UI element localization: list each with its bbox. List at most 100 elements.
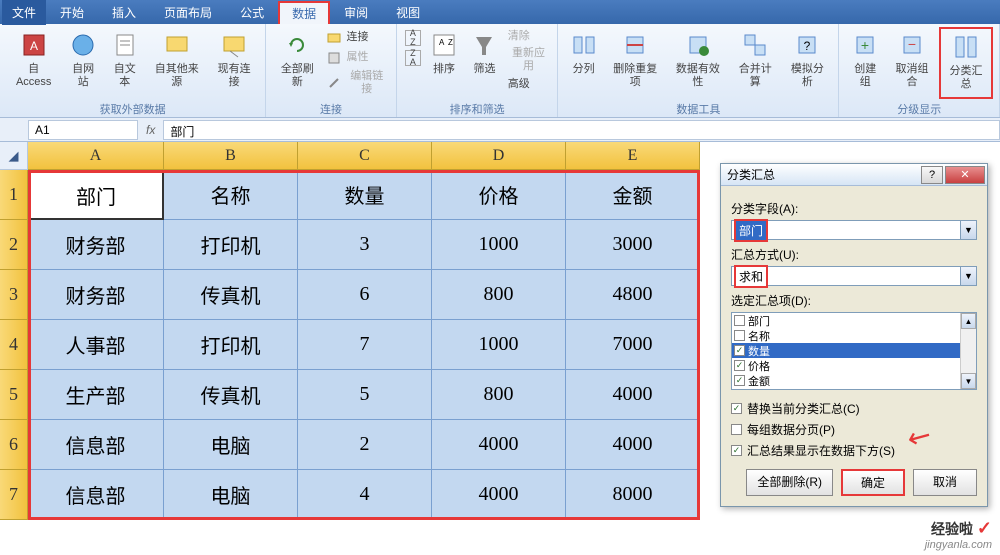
checkbox-icon[interactable]: ✓: [734, 360, 745, 371]
row-header-2[interactable]: 2: [0, 220, 28, 270]
ok-button[interactable]: 确定: [841, 469, 905, 496]
properties-button[interactable]: 属性: [324, 49, 389, 67]
clear-button[interactable]: 清除: [506, 29, 552, 44]
sort-az-button[interactable]: AZ: [403, 29, 423, 47]
dialog-close-button[interactable]: ✕: [945, 166, 985, 184]
cell-D6[interactable]: 4000: [432, 420, 566, 470]
select-all-corner[interactable]: ◢: [0, 142, 28, 170]
method-combo[interactable]: 求和 ▼: [731, 266, 977, 286]
tab-review[interactable]: 审阅: [330, 0, 382, 25]
cell-E7[interactable]: 8000: [566, 470, 700, 520]
field-combo[interactable]: 部门 ▼: [731, 220, 977, 240]
whatif-button[interactable]: ?模拟分析: [782, 27, 832, 99]
col-header-D[interactable]: D: [432, 142, 566, 170]
cell-A5[interactable]: 生产部: [28, 370, 164, 420]
items-listbox[interactable]: 部门 名称 ✓数量 ✓价格 ✓金额 ▲▼: [731, 312, 977, 390]
data-validation-button[interactable]: 数据有效性: [668, 27, 729, 99]
tab-formula[interactable]: 公式: [226, 0, 278, 25]
cell-C5[interactable]: 5: [298, 370, 432, 420]
opt-below[interactable]: ✓汇总结果显示在数据下方(S): [731, 442, 977, 459]
refresh-all-button[interactable]: 全部刷新: [272, 27, 322, 99]
cell-B1[interactable]: 名称: [164, 170, 298, 220]
cell-A4[interactable]: 人事部: [28, 320, 164, 370]
cell-A3[interactable]: 财务部: [28, 270, 164, 320]
cell-D3[interactable]: 800: [432, 270, 566, 320]
edit-links-button[interactable]: 编辑链接: [324, 69, 389, 97]
tab-insert[interactable]: 插入: [98, 0, 150, 25]
name-box[interactable]: A1: [28, 120, 138, 140]
row-header-3[interactable]: 3: [0, 270, 28, 320]
tab-data[interactable]: 数据: [278, 1, 330, 24]
cell-D4[interactable]: 1000: [432, 320, 566, 370]
checkbox-icon[interactable]: [734, 315, 745, 326]
cell-D1[interactable]: 价格: [432, 170, 566, 220]
from-other-button[interactable]: 自其他来源: [146, 27, 207, 99]
dropdown-arrow-icon[interactable]: ▼: [960, 221, 976, 239]
cell-E3[interactable]: 4800: [566, 270, 700, 320]
cell-B2[interactable]: 打印机: [164, 220, 298, 270]
row-header-4[interactable]: 4: [0, 320, 28, 370]
cell-C2[interactable]: 3: [298, 220, 432, 270]
cell-A7[interactable]: 信息部: [28, 470, 164, 520]
cell-B4[interactable]: 打印机: [164, 320, 298, 370]
cell-A2[interactable]: 财务部: [28, 220, 164, 270]
listbox-scrollbar[interactable]: ▲▼: [960, 313, 976, 389]
row-header-7[interactable]: 7: [0, 470, 28, 520]
cell-D2[interactable]: 1000: [432, 220, 566, 270]
cell-D5[interactable]: 800: [432, 370, 566, 420]
tab-file[interactable]: 文件: [2, 0, 46, 25]
tab-home[interactable]: 开始: [46, 0, 98, 25]
row-header-1[interactable]: 1: [0, 170, 28, 220]
sort-button[interactable]: AZ排序: [425, 27, 463, 99]
subtotal-button[interactable]: 分类汇总: [939, 27, 993, 99]
checkbox-icon[interactable]: ✓: [734, 375, 745, 386]
cell-B5[interactable]: 传真机: [164, 370, 298, 420]
dialog-help-button[interactable]: ?: [921, 166, 943, 184]
checkbox-icon[interactable]: ✓: [731, 445, 742, 456]
formula-bar[interactable]: 部门: [163, 120, 1000, 140]
cell-C3[interactable]: 6: [298, 270, 432, 320]
cell-E6[interactable]: 4000: [566, 420, 700, 470]
tab-view[interactable]: 视图: [382, 0, 434, 25]
cell-E4[interactable]: 7000: [566, 320, 700, 370]
connections-button[interactable]: 连接: [324, 29, 389, 47]
from-text-button[interactable]: 自文本: [105, 27, 145, 99]
cell-C7[interactable]: 4: [298, 470, 432, 520]
remove-duplicates-button[interactable]: 删除重复项: [605, 27, 666, 99]
consolidate-button[interactable]: 合并计算: [730, 27, 780, 99]
row-header-5[interactable]: 5: [0, 370, 28, 420]
existing-conn-button[interactable]: 现有连接: [209, 27, 259, 99]
text-to-columns-button[interactable]: 分列: [564, 27, 603, 99]
cancel-button[interactable]: 取消: [913, 469, 977, 496]
checkbox-icon[interactable]: [734, 330, 745, 341]
cell-A6[interactable]: 信息部: [28, 420, 164, 470]
cell-C6[interactable]: 2: [298, 420, 432, 470]
ungroup-button[interactable]: −取消组合: [887, 27, 937, 99]
col-header-A[interactable]: A: [28, 142, 164, 170]
cell-C4[interactable]: 7: [298, 320, 432, 370]
row-header-6[interactable]: 6: [0, 420, 28, 470]
sort-za-button[interactable]: ZA: [403, 49, 423, 67]
reapply-button[interactable]: 重新应用: [506, 46, 552, 74]
cell-A1[interactable]: 部门: [28, 170, 164, 220]
checkbox-icon[interactable]: ✓: [731, 403, 742, 414]
cell-D7[interactable]: 4000: [432, 470, 566, 520]
dropdown-arrow-icon[interactable]: ▼: [960, 267, 976, 285]
cell-B6[interactable]: 电脑: [164, 420, 298, 470]
checkbox-icon[interactable]: ✓: [734, 345, 745, 356]
col-header-E[interactable]: E: [566, 142, 700, 170]
from-access-button[interactable]: A自 Access: [6, 27, 61, 99]
filter-button[interactable]: 筛选: [465, 27, 503, 99]
cell-B3[interactable]: 传真机: [164, 270, 298, 320]
cell-E2[interactable]: 3000: [566, 220, 700, 270]
cell-E5[interactable]: 4000: [566, 370, 700, 420]
remove-all-button[interactable]: 全部删除(R): [746, 469, 833, 496]
cell-C1[interactable]: 数量: [298, 170, 432, 220]
tab-layout[interactable]: 页面布局: [150, 0, 226, 25]
cell-E1[interactable]: 金额: [566, 170, 700, 220]
col-header-C[interactable]: C: [298, 142, 432, 170]
fx-icon[interactable]: fx: [138, 123, 163, 137]
checkbox-icon[interactable]: [731, 424, 742, 435]
group-button[interactable]: +创建组: [845, 27, 885, 99]
advanced-button[interactable]: 高级: [506, 77, 552, 92]
